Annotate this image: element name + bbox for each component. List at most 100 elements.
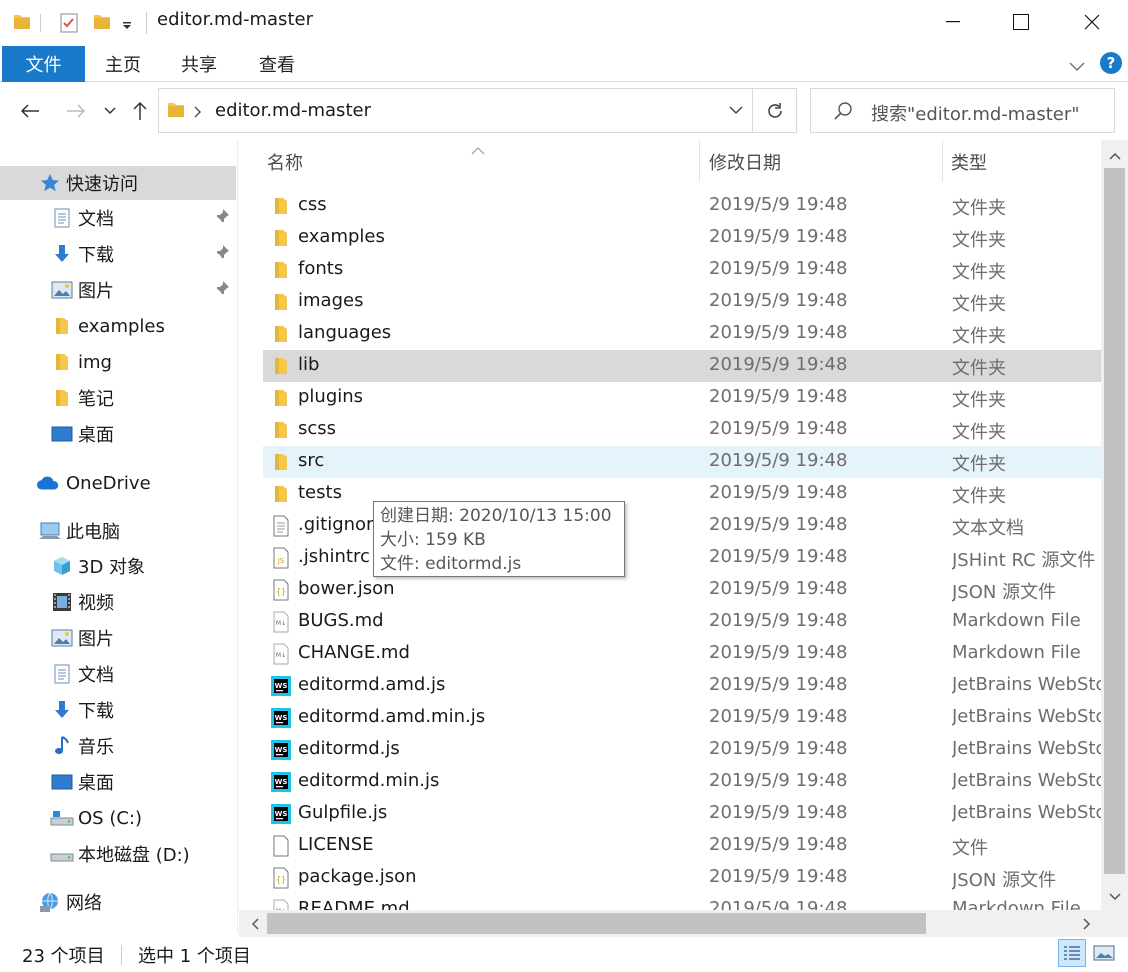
large-icons-view-button[interactable] xyxy=(1090,939,1118,967)
sidebar-item-music[interactable]: 音乐 xyxy=(0,729,236,763)
sidebar-item-downloads-pc[interactable]: 下载 xyxy=(0,693,236,727)
file-row[interactable]: WS editormd.js 2019/5/9 19:48 JetBrains Web… xyxy=(263,734,1101,766)
file-row[interactable]: src 2019/5/9 19:48 文件夹 xyxy=(263,446,1101,478)
file-row[interactable]: WS editormd.amd.min.js 2019/5/9 19:48 JetBr… xyxy=(263,702,1101,734)
file-row[interactable]: M↓ CHANGE.md 2019/5/9 19:48 Markdown File xyxy=(263,638,1101,670)
tab-view[interactable]: 查看 xyxy=(244,47,310,81)
vertical-scrollbar[interactable] xyxy=(1101,140,1128,910)
breadcrumb-chevron-icon[interactable] xyxy=(193,103,203,124)
maximize-button[interactable] xyxy=(987,0,1055,44)
horizontal-scroll-thumb[interactable] xyxy=(267,913,926,934)
file-row[interactable]: M↓ README.md 2019/5/9 19:48 Markdown File xyxy=(263,894,1101,910)
sidebar-item-onedrive[interactable]: OneDrive xyxy=(0,466,236,500)
breadcrumb-current[interactable]: editor.md-master xyxy=(215,100,371,121)
sidebar-item-documents[interactable]: 文档 xyxy=(0,201,236,235)
file-row[interactable]: lib 2019/5/9 19:48 文件夹 xyxy=(263,350,1101,382)
address-dropdown-button[interactable] xyxy=(719,89,753,132)
sidebar-item-desktop[interactable]: 桌面 xyxy=(0,417,236,451)
column-header-type[interactable]: 类型 xyxy=(951,140,987,184)
horizontal-scrollbar[interactable] xyxy=(239,910,1101,937)
sidebar-item-pictures-pc[interactable]: 图片 xyxy=(0,621,236,655)
tab-file[interactable]: 文件 xyxy=(2,46,85,82)
file-row[interactable]: WS editormd.min.js 2019/5/9 19:48 JetBrains… xyxy=(263,766,1101,798)
scroll-down-button[interactable] xyxy=(1101,883,1128,910)
file-row[interactable]: languages 2019/5/9 19:48 文件夹 xyxy=(263,318,1101,350)
recent-locations-button[interactable] xyxy=(100,94,120,128)
file-row[interactable]: examples 2019/5/9 19:48 文件夹 xyxy=(263,222,1101,254)
file-row[interactable]: M↓ BUGS.md 2019/5/9 19:48 Markdown File xyxy=(263,606,1101,638)
tab-share[interactable]: 共享 xyxy=(166,47,232,81)
close-button[interactable] xyxy=(1058,0,1126,44)
file-name[interactable]: tests xyxy=(298,482,342,503)
expand-ribbon-icon[interactable] xyxy=(1068,56,1086,77)
sidebar-item-notes[interactable]: 笔记 xyxy=(0,381,236,415)
column-header-date[interactable]: 修改日期 xyxy=(709,140,781,184)
file-name[interactable]: .jshintrc xyxy=(298,546,370,567)
minimize-button[interactable] xyxy=(919,0,987,44)
column-divider[interactable] xyxy=(942,140,943,182)
properties-icon[interactable] xyxy=(58,12,80,39)
vertical-scroll-thumb[interactable] xyxy=(1104,168,1125,874)
sidebar-item-network[interactable]: 网络 xyxy=(0,885,236,919)
file-name[interactable]: editormd.amd.min.js xyxy=(298,706,485,727)
details-view-button[interactable] xyxy=(1058,939,1086,967)
sidebar-item-pictures[interactable]: 图片 xyxy=(0,273,236,307)
sidebar-item-3d-objects[interactable]: 3D 对象 xyxy=(0,549,236,583)
tab-home[interactable]: 主页 xyxy=(90,47,156,81)
customize-quick-access-icon[interactable] xyxy=(121,16,133,37)
file-name[interactable]: Gulpfile.js xyxy=(298,802,387,823)
file-name[interactable]: editormd.js xyxy=(298,738,400,759)
sidebar-item-quick-access[interactable]: 快速访问 xyxy=(0,166,236,200)
file-row[interactable]: css 2019/5/9 19:48 文件夹 xyxy=(263,190,1101,222)
pin-icon[interactable] xyxy=(214,244,230,265)
file-row[interactable]: scss 2019/5/9 19:48 文件夹 xyxy=(263,414,1101,446)
file-row[interactable]: {} bower.json 2019/5/9 19:48 JSON 源文件 xyxy=(263,574,1101,606)
file-name[interactable]: bower.json xyxy=(298,578,395,599)
file-name[interactable]: src xyxy=(298,450,324,471)
file-name[interactable]: LICENSE xyxy=(298,834,374,855)
pin-icon[interactable] xyxy=(214,208,230,229)
column-header-name[interactable]: 名称 xyxy=(267,140,303,184)
new-folder-icon[interactable] xyxy=(92,12,112,37)
refresh-button[interactable] xyxy=(752,89,797,132)
scroll-left-button[interactable] xyxy=(241,910,268,937)
sidebar-item-videos[interactable]: 视频 xyxy=(0,585,236,619)
scroll-right-button[interactable] xyxy=(1073,910,1100,937)
file-row[interactable]: fonts 2019/5/9 19:48 文件夹 xyxy=(263,254,1101,286)
pin-icon[interactable] xyxy=(214,280,230,301)
sidebar-item-os-c[interactable]: OS (C:) xyxy=(0,801,236,835)
file-row[interactable]: WS editormd.amd.js 2019/5/9 19:48 JetBrains… xyxy=(263,670,1101,702)
file-name[interactable]: lib xyxy=(298,354,319,375)
file-row[interactable]: images 2019/5/9 19:48 文件夹 xyxy=(263,286,1101,318)
folder-icon[interactable] xyxy=(12,12,32,37)
file-name[interactable]: editormd.min.js xyxy=(298,770,439,791)
file-name[interactable]: BUGS.md xyxy=(298,610,384,631)
sidebar-item-documents-pc[interactable]: 文档 xyxy=(0,657,236,691)
sidebar-item-downloads[interactable]: 下载 xyxy=(0,237,236,271)
forward-button[interactable] xyxy=(60,94,92,128)
up-button[interactable] xyxy=(126,94,154,128)
file-name[interactable]: editormd.amd.js xyxy=(298,674,445,695)
file-name[interactable]: images xyxy=(298,290,363,311)
file-name[interactable]: CHANGE.md xyxy=(298,642,410,663)
search-box[interactable]: 搜索"editor.md-master" xyxy=(810,88,1115,133)
file-name[interactable]: scss xyxy=(298,418,336,439)
file-name[interactable]: plugins xyxy=(298,386,363,407)
file-row[interactable]: {} package.json 2019/5/9 19:48 JSON 源文件 xyxy=(263,862,1101,894)
help-icon[interactable]: ? xyxy=(1099,51,1123,80)
column-divider[interactable] xyxy=(699,140,700,182)
file-row[interactable]: LICENSE 2019/5/9 19:48 文件 xyxy=(263,830,1101,862)
file-name[interactable]: languages xyxy=(298,322,391,343)
file-row[interactable]: WS Gulpfile.js 2019/5/9 19:48 JetBrains Web… xyxy=(263,798,1101,830)
back-button[interactable] xyxy=(14,94,46,128)
file-name[interactable]: examples xyxy=(298,226,385,247)
scroll-up-button[interactable] xyxy=(1101,142,1128,169)
file-name[interactable]: fonts xyxy=(298,258,343,279)
sidebar-item-desktop-pc[interactable]: 桌面 xyxy=(0,765,236,799)
file-name[interactable]: package.json xyxy=(298,866,417,887)
sidebar-item-this-pc[interactable]: 此电脑 xyxy=(0,514,236,548)
sidebar-item-examples[interactable]: examples xyxy=(0,309,236,343)
file-row[interactable]: plugins 2019/5/9 19:48 文件夹 xyxy=(263,382,1101,414)
file-name[interactable]: README.md xyxy=(298,898,410,910)
search-input[interactable]: 搜索"editor.md-master" xyxy=(871,100,1080,126)
